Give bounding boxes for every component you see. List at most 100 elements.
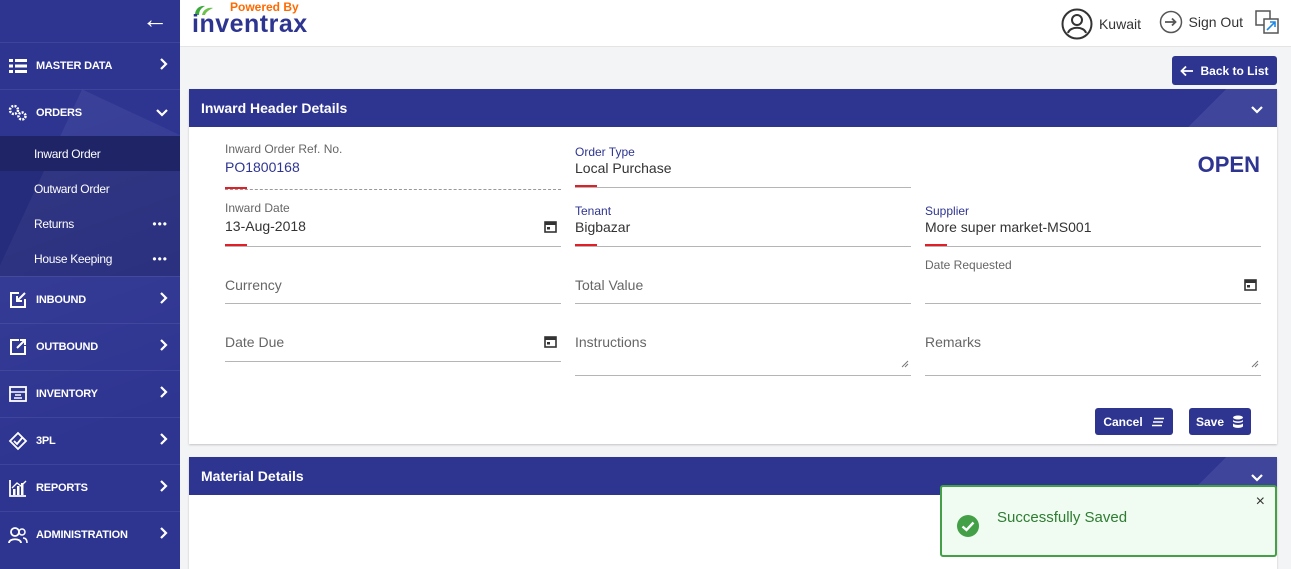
collapse-sidebar-arrow-icon[interactable]: ← (142, 6, 168, 32)
field-underline (575, 187, 911, 188)
chevron-right-icon (160, 385, 168, 403)
sidebar-item-label: REPORTS (36, 482, 88, 494)
field-underline (225, 246, 561, 247)
panel-title: Material Details (201, 468, 304, 484)
chevron-right-icon (160, 432, 168, 450)
sidebar-item-inventory[interactable]: INVENTORY (0, 370, 180, 417)
currency-input[interactable]: Currency (225, 277, 561, 304)
field-value: PO1800168 (225, 159, 300, 175)
inward-header-panel: Inward Header Details OPEN Inward Order … (189, 89, 1277, 444)
field-underline (925, 375, 1261, 376)
field-placeholder: Remarks (925, 334, 982, 350)
field-underline (575, 246, 911, 247)
calendar-icon[interactable] (544, 220, 557, 238)
sign-out-button[interactable]: Sign Out (1159, 10, 1243, 34)
chevron-right-icon (160, 338, 168, 356)
panel-header: Inward Header Details (189, 89, 1277, 127)
inward-date-field[interactable]: Inward Date 13-Aug-2018 (225, 201, 561, 247)
fullscreen-icon[interactable] (1255, 10, 1279, 39)
resize-handle-icon[interactable] (1251, 355, 1259, 373)
field-value: Bigbazar (575, 219, 631, 235)
more-icon[interactable]: ••• (152, 217, 168, 231)
field-underline (225, 303, 561, 304)
field-placeholder: Total Value (575, 277, 644, 293)
date-due-field[interactable]: Date Due (225, 334, 561, 362)
resize-handle-icon[interactable] (901, 355, 909, 373)
order-status-badge: OPEN (1197, 152, 1260, 177)
field-underline (575, 375, 911, 376)
remarks-textarea[interactable]: Remarks (925, 334, 1261, 376)
field-placeholder: Currency (225, 277, 282, 293)
chevron-down-icon (156, 104, 168, 122)
sidebar-item-3pl[interactable]: 3PL (0, 417, 180, 464)
order-type-field[interactable]: Order Type Local Purchase (575, 145, 911, 189)
field-value: Local Purchase (575, 160, 672, 176)
sidebar-item-reports[interactable]: REPORTS (0, 464, 180, 511)
field-underline (575, 303, 911, 304)
gears-icon (8, 103, 28, 123)
submenu-item-house-keeping[interactable]: House Keeping ••• (0, 241, 180, 276)
field-value: More super market-MS001 (925, 219, 1092, 235)
sidebar-top: ← (0, 0, 180, 42)
chevron-down-icon[interactable] (1251, 101, 1263, 117)
supplier-field[interactable]: Supplier More super market-MS001 (925, 204, 1261, 247)
total-value-input[interactable]: Total Value (575, 277, 911, 304)
sidebar: ← MASTER DATA ORDERS Inward Order Outwar… (0, 0, 180, 569)
inventrax-logo: Powered By inventrax (188, 0, 348, 44)
more-icon[interactable]: ••• (152, 252, 168, 266)
sidebar-item-label: INBOUND (36, 294, 86, 306)
chevron-right-icon (160, 291, 168, 309)
save-button[interactable]: Save (1189, 408, 1251, 435)
cancel-button[interactable]: Cancel (1095, 408, 1173, 435)
field-label: Inward Date (225, 201, 290, 215)
success-toast: Successfully Saved × (940, 485, 1277, 557)
field-label: Tenant (575, 204, 612, 218)
reports-chart-icon (8, 478, 28, 498)
sidebar-item-outbound[interactable]: OUTBOUND (0, 323, 180, 370)
sidebar-item-orders[interactable]: ORDERS (0, 89, 180, 136)
sidebar-item-label: MASTER DATA (36, 60, 113, 72)
chevron-right-icon (160, 57, 168, 75)
chevron-down-icon[interactable] (1251, 469, 1263, 485)
sidebar-item-label: OUTBOUND (36, 341, 98, 353)
field-label: Date Requested (925, 258, 1012, 272)
tenant-field[interactable]: Tenant Bigbazar (575, 204, 911, 247)
list-icon (8, 56, 28, 76)
database-icon (1233, 415, 1244, 428)
save-label: Save (1195, 414, 1225, 429)
users-icon (8, 525, 28, 545)
field-label: Order Type (575, 145, 635, 159)
field-underline (925, 303, 1261, 304)
submenu-item-inward-order[interactable]: Inward Order (0, 136, 180, 171)
submenu-item-returns[interactable]: Returns ••• (0, 206, 180, 241)
inbound-icon (8, 290, 28, 310)
submenu-item-label: Outward Order (34, 181, 110, 196)
sidebar-item-administration[interactable]: ADMINISTRATION (0, 511, 180, 558)
field-label: Supplier (925, 204, 970, 218)
chevron-right-icon (160, 526, 168, 544)
sidebar-item-label: INVENTORY (36, 388, 98, 400)
user-menu[interactable]: Kuwait (1061, 8, 1141, 40)
submenu-item-label: Returns (34, 216, 74, 231)
calendar-icon[interactable] (544, 335, 557, 353)
close-icon[interactable]: × (1256, 493, 1265, 511)
lines-icon (1151, 417, 1164, 426)
sidebar-item-label: ORDERS (36, 107, 82, 119)
inward-order-ref-field: Inward Order Ref. No. PO1800168 (225, 142, 561, 190)
top-header: Powered By inventrax Kuwait Sign Out (180, 0, 1291, 47)
submenu-item-outward-order[interactable]: Outward Order (0, 171, 180, 206)
sidebar-item-master-data[interactable]: MASTER DATA (0, 42, 180, 89)
field-underline (225, 189, 561, 190)
sign-out-label: Sign Out (1188, 14, 1243, 30)
date-requested-field[interactable]: Date Requested (925, 258, 1261, 304)
field-value: 13-Aug-2018 (225, 218, 306, 234)
sign-out-icon (1159, 10, 1182, 34)
inventory-icon (8, 384, 28, 404)
calendar-icon[interactable] (1244, 278, 1257, 296)
instructions-textarea[interactable]: Instructions (575, 334, 911, 376)
field-underline (925, 246, 1261, 247)
arrow-left-icon (1180, 65, 1194, 76)
back-to-list-button[interactable]: Back to List (1172, 56, 1277, 85)
sidebar-item-inbound[interactable]: INBOUND (0, 276, 180, 323)
user-avatar-icon (1061, 8, 1093, 40)
